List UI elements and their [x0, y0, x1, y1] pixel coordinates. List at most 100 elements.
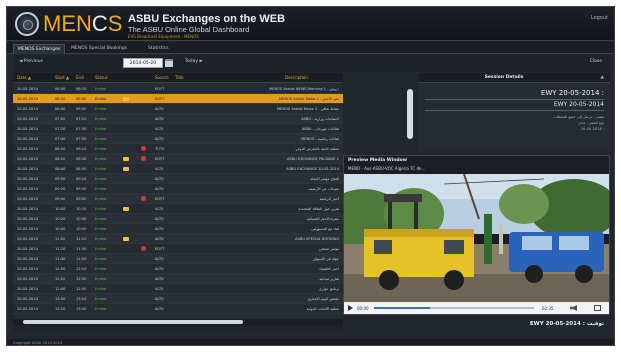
folder-icon[interactable] — [123, 97, 129, 101]
cell-date: 20-05-2014 — [17, 136, 38, 141]
cell-source: ALTV — [155, 126, 164, 131]
column-header-start[interactable]: Start ▲ — [55, 75, 69, 80]
table-row[interactable]: 20-05-2014 12:20 12:30 Ended ALTV تقارير ميدا… — [13, 274, 343, 284]
progress-slider[interactable] — [374, 307, 534, 309]
cell-status: Ended — [95, 266, 107, 271]
current-time: 00:00 — [357, 305, 369, 311]
record-icon[interactable] — [141, 156, 146, 161]
session-meta: نوع الحجز : عادي — [577, 121, 604, 125]
cell-source: EGYT — [155, 86, 165, 91]
table-row[interactable]: 20-05-2014 09:20 09:30 Ended ALTV منوعات من ا… — [13, 184, 343, 194]
session-meta: مصدر : ترسل إلى جميع المحطات — [553, 115, 604, 119]
table-row[interactable]: 20-05-2014 10:40 10:50 Ended ALTV لقاء مع الم… — [13, 224, 343, 234]
play-icon[interactable] — [348, 305, 353, 311]
cell-source: ALTV — [155, 206, 164, 211]
cell-start: 12:00 — [55, 266, 66, 271]
table-row[interactable]: 20-05-2014 06:20 06:30 Ended EGYT منبر الأخبا… — [13, 94, 343, 104]
app-window: MENCS ASBU Exchanges on the WEB The ASBU… — [6, 6, 615, 346]
previous-day-button[interactable]: ◄ Previous — [19, 59, 43, 64]
progress-fill — [374, 307, 430, 309]
cell-end: 09:10 — [76, 176, 87, 181]
table-row[interactable]: 20-05-2014 11:00 11:10 Ended ALTV ASBU SPECIA… — [13, 234, 343, 244]
record-icon[interactable] — [141, 246, 146, 251]
table-row[interactable]: 20-05-2014 10:20 10:30 Ended ALTV نشرة الأخبا… — [13, 214, 343, 224]
folder-icon[interactable] — [123, 157, 129, 161]
record-icon[interactable] — [141, 196, 146, 201]
cell-end: 10:30 — [76, 216, 87, 221]
cell-status: Ended — [95, 106, 107, 111]
table-row[interactable]: 20-05-2014 12:40 12:50 Ended ALTV برنامج حوار… — [13, 284, 343, 294]
column-header-date[interactable]: Date ▲ — [17, 75, 31, 80]
cell-source: EGYT — [155, 196, 165, 201]
cell-status: Ended — [95, 126, 107, 131]
cell-date: 20-05-2014 — [17, 236, 38, 241]
cell-date: 20-05-2014 — [17, 106, 38, 111]
table-row[interactable]: 20-05-2014 08:00 08:10 Ended TUTV تغطية خاصة … — [13, 144, 343, 154]
table-row[interactable]: 20-05-2014 09:00 09:10 Ended ALTV افتتاح مؤتم… — [13, 174, 343, 184]
cell-end: 13:30 — [76, 306, 87, 311]
cell-end: 11:50 — [76, 256, 87, 261]
cell-description: اجتماعات وزارية - ASBU — [301, 116, 339, 121]
cell-description: تقارير ميدانية — [319, 276, 339, 281]
cell-description: لقاءات رياضية - MENOS — [301, 136, 339, 141]
cell-source: EGYT — [155, 96, 165, 101]
table-row[interactable]: 20-05-2014 11:40 11:50 Ended ALTV جولة في الأ… — [13, 254, 343, 264]
column-header-source[interactable]: Source — [155, 75, 169, 80]
tab-statistics[interactable]: Statistics — [144, 44, 173, 54]
table-row[interactable]: 20-05-2014 08:40 08:50 Ended ALTV ASBU EXCHAN… — [13, 164, 343, 174]
folder-icon[interactable] — [123, 237, 129, 241]
cell-start: 10:00 — [55, 206, 66, 211]
date-input[interactable]: 2014-05-20 — [123, 58, 163, 68]
cell-start: 12:40 — [55, 286, 66, 291]
column-header-end[interactable]: End — [76, 75, 84, 80]
cell-description: لقاء مع المسؤولين — [311, 226, 339, 231]
cell-status: Ended — [95, 306, 107, 311]
column-header-title[interactable]: Title — [175, 75, 184, 80]
cell-status: Ended — [95, 96, 107, 101]
folder-icon[interactable] — [123, 167, 129, 171]
column-header-description[interactable]: Description — [285, 75, 308, 80]
table-row[interactable]: 20-05-2014 08:20 08:30 Ended EGYT ASBU EXCHAN… — [13, 154, 343, 164]
table-row[interactable]: 20-05-2014 10:00 10:10 Ended ALTV تقرير حول ا… — [13, 204, 343, 214]
folder-icon[interactable] — [123, 207, 129, 211]
volume-icon[interactable] — [570, 305, 577, 311]
table-row[interactable]: 20-05-2014 12:00 12:10 Ended ALTV أخبار الاقت… — [13, 264, 343, 274]
cell-status: Ended — [95, 156, 107, 161]
table-row[interactable]: 20-05-2014 06:40 06:50 Ended ALTV نشاط ثقافي … — [13, 104, 343, 114]
table-row[interactable]: 20-05-2014 07:00 07:10 Ended ALTV اجتماعات وز… — [13, 114, 343, 124]
cell-description: منبر الأخبار - MENOS Arabic News 1 — [279, 96, 339, 101]
table-row[interactable]: 20-05-2014 13:00 13:10 Ended ALTV ملخص اليوم … — [13, 294, 343, 304]
scrollbar-thumb[interactable] — [23, 320, 243, 324]
table-row[interactable]: 20-05-2014 07:40 07:50 Ended ALTV لقاءات رياض… — [13, 134, 343, 144]
cell-source: ALTV — [155, 186, 164, 191]
cell-source: ALTV — [155, 286, 164, 291]
cell-start: 11:00 — [55, 236, 66, 241]
cell-status: Ended — [95, 196, 107, 201]
table-row[interactable]: 20-05-2014 13:20 13:30 Ended ALTV تغطية الأحد… — [13, 304, 343, 314]
record-icon[interactable] — [141, 146, 146, 151]
close-button[interactable]: Close — [590, 59, 602, 64]
table-row[interactable]: 20-05-2014 09:40 09:50 Ended EGYT أخبار الريا… — [13, 194, 343, 204]
logout-link[interactable]: Logout — [591, 15, 608, 21]
calendar-icon[interactable] — [165, 59, 173, 67]
table-row[interactable]: 20-05-2014 11:20 11:30 Ended EGYT مؤتمر صحفي — [13, 244, 343, 254]
column-header-status[interactable]: Status — [95, 75, 108, 80]
vertical-scrollbar[interactable] — [407, 89, 413, 139]
cell-date: 20-05-2014 — [17, 186, 38, 191]
video-player[interactable] — [344, 174, 609, 302]
table-row[interactable]: 20-05-2014 07:20 07:30 Ended ALTV فعاليات مهر… — [13, 124, 343, 134]
cell-status: Ended — [95, 186, 107, 191]
cell-date: 20-05-2014 — [17, 156, 38, 161]
next-day-button[interactable]: Today ► — [185, 59, 203, 64]
cell-start: 09:00 — [55, 176, 66, 181]
divider — [425, 99, 604, 100]
tab-special-bookings[interactable]: MENOS Special Bookings — [67, 44, 131, 54]
cell-date: 20-05-2014 — [17, 146, 38, 151]
collapse-icon[interactable]: ▲ — [601, 75, 604, 80]
cell-description: مؤتمر صحفي — [318, 246, 339, 251]
table-row[interactable]: 20-05-2014 06:00 06:10 Ended EGYT دروس - MENO… — [13, 84, 343, 94]
tab-menos-exchanges[interactable]: MENOS Exchanges — [13, 44, 66, 54]
cell-start: 08:40 — [55, 166, 66, 171]
cell-status: Ended — [95, 226, 107, 231]
fullscreen-icon[interactable] — [594, 305, 601, 311]
